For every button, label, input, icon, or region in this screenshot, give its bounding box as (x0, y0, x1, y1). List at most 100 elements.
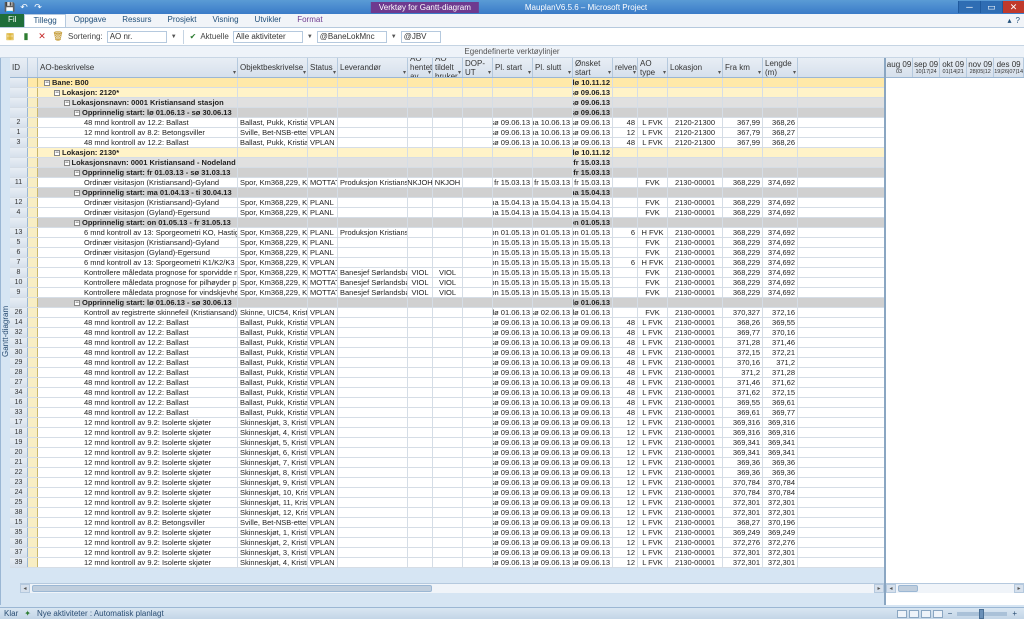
status-cell[interactable]: VPLAN (308, 478, 338, 487)
status-cell[interactable]: VPLAN (308, 498, 338, 507)
task-name-cell[interactable]: 48 mnd kontroll av 12.2: Ballast (38, 138, 238, 147)
column-header[interactable]: Leverandør▾ (338, 58, 408, 77)
status-cell[interactable]: VPLAN (308, 548, 338, 557)
aotildelt-cell[interactable] (433, 98, 463, 107)
aohentet-cell[interactable] (408, 218, 433, 227)
plslutt-cell[interactable]: sø 09.06.13 (533, 428, 573, 437)
plslutt-cell[interactable]: ma 10.06.13 (533, 328, 573, 337)
relven-cell[interactable]: 48 (613, 378, 638, 387)
aotildelt-cell[interactable]: VIOL (433, 278, 463, 287)
aotildelt-cell[interactable] (433, 358, 463, 367)
supplier-cell[interactable] (338, 138, 408, 147)
frakm-cell[interactable]: 368,229 (723, 178, 763, 187)
filter2-arrow-icon[interactable]: ▼ (391, 34, 397, 40)
aohentet-cell[interactable] (408, 328, 433, 337)
task-name-cell[interactable]: −Lokasjon: 2130* (38, 148, 238, 157)
relven-cell[interactable] (613, 268, 638, 277)
status-cell[interactable]: VPLAN (308, 428, 338, 437)
aohentet-cell[interactable] (408, 508, 433, 517)
frakm-cell[interactable]: 369,36 (723, 468, 763, 477)
status-cell[interactable]: VPLAN (308, 308, 338, 317)
aotildelt-cell[interactable] (433, 398, 463, 407)
lengde-cell[interactable]: 374,692 (763, 288, 798, 297)
dop-cell[interactable] (463, 158, 493, 167)
dop-cell[interactable] (463, 298, 493, 307)
onsketstart-cell[interactable]: on 15.05.13 (573, 268, 613, 277)
aotype-cell[interactable] (638, 108, 668, 117)
relven-cell[interactable]: 48 (613, 318, 638, 327)
plslutt-cell[interactable]: ma 10.06.13 (533, 388, 573, 397)
lengde-cell[interactable] (763, 158, 798, 167)
supplier-cell[interactable] (338, 358, 408, 367)
relven-cell[interactable]: 48 (613, 338, 638, 347)
relven-cell[interactable]: 12 (613, 508, 638, 517)
task-grid[interactable]: −Bane: B00lø 10.11.12−Lokasjon: 2120*sø … (10, 78, 884, 605)
summary-row[interactable]: −Lokasjonsnavn: 0001 Kristiansand - Node… (10, 158, 884, 168)
aohentet-cell[interactable]: NKJOH (408, 178, 433, 187)
aotildelt-cell[interactable] (433, 128, 463, 137)
dop-cell[interactable] (463, 258, 493, 267)
onsketstart-cell[interactable]: ma 15.04.13 (573, 188, 613, 197)
object-cell[interactable]: Skinneskjøt, 2, Kristiansand - (238, 538, 308, 547)
frakm-cell[interactable]: 372,301 (723, 548, 763, 557)
status-cell[interactable]: VPLAN (308, 388, 338, 397)
supplier-cell[interactable] (338, 308, 408, 317)
zoom-in-button[interactable]: + (1009, 609, 1020, 618)
aotildelt-cell[interactable] (433, 558, 463, 567)
task-row[interactable]: 8Kontrollere måledata prognose for sporv… (10, 268, 884, 278)
object-cell[interactable]: Skinneskjøt, 9, Kristiansand - (238, 478, 308, 487)
dop-cell[interactable] (463, 148, 493, 157)
aohentet-cell[interactable] (408, 478, 433, 487)
aohentet-cell[interactable] (408, 418, 433, 427)
status-cell[interactable]: VPLAN (308, 468, 338, 477)
plslutt-cell[interactable]: ma 10.06.13 (533, 118, 573, 127)
frakm-cell[interactable]: 368,229 (723, 238, 763, 247)
aotildelt-cell[interactable] (433, 308, 463, 317)
ribbon-tab-file[interactable]: Fil (0, 14, 24, 27)
aotype-cell[interactable]: L FVK (638, 548, 668, 557)
column-header[interactable]: Objektbeskrivelse▾ (238, 58, 308, 77)
dop-cell[interactable] (463, 528, 493, 537)
relven-cell[interactable]: 6 (613, 228, 638, 237)
plslutt-cell[interactable] (533, 188, 573, 197)
aohentet-cell[interactable] (408, 208, 433, 217)
status-cell[interactable]: VPLAN (308, 538, 338, 547)
aotype-cell[interactable] (638, 148, 668, 157)
task-name-cell[interactable]: 48 mnd kontroll av 12.2: Ballast (38, 328, 238, 337)
lengde-cell[interactable] (763, 298, 798, 307)
supplier-cell[interactable] (338, 398, 408, 407)
lokasjon-cell[interactable]: 2130-00001 (668, 338, 723, 347)
status-cell[interactable]: VPLAN (308, 368, 338, 377)
frakm-cell[interactable] (723, 108, 763, 117)
plslutt-cell[interactable] (533, 158, 573, 167)
task-name-cell[interactable]: −Opprinnelig start: lø 01.06.13 - sø 30.… (38, 298, 238, 307)
lengde-cell[interactable]: 372,16 (763, 308, 798, 317)
onsketstart-cell[interactable]: sø 09.06.13 (573, 108, 613, 117)
aotildelt-cell[interactable] (433, 408, 463, 417)
relven-cell[interactable] (613, 298, 638, 307)
lokasjon-cell[interactable]: 2130-00001 (668, 408, 723, 417)
supplier-cell[interactable] (338, 128, 408, 137)
aotildelt-cell[interactable]: VIOL (433, 268, 463, 277)
aotildelt-cell[interactable] (433, 188, 463, 197)
dop-cell[interactable] (463, 238, 493, 247)
dop-cell[interactable] (463, 448, 493, 457)
lengde-cell[interactable]: 374,692 (763, 198, 798, 207)
frakm-cell[interactable]: 372,276 (723, 538, 763, 547)
aohentet-cell[interactable] (408, 98, 433, 107)
task-name-cell[interactable]: −Lokasjonsnavn: 0001 Kristiansand - Node… (38, 158, 238, 167)
task-name-cell[interactable]: −Opprinnelig start: lø 01.06.13 - sø 30.… (38, 108, 238, 117)
task-row[interactable]: 4Ordinær visitasjon (Gyland)-EgersundSpo… (10, 208, 884, 218)
lengde-cell[interactable]: 374,692 (763, 248, 798, 257)
plstart-cell[interactable] (493, 168, 533, 177)
supplier-cell[interactable]: Produksjon Kristiansand (338, 178, 408, 187)
ribbon-tab-format[interactable]: Format (289, 14, 330, 27)
onsketstart-cell[interactable]: on 15.05.13 (573, 238, 613, 247)
task-row[interactable]: 3612 mnd kontroll av 9.2: Isolerte skjøt… (10, 538, 884, 548)
status-cell[interactable]: VPLAN (308, 118, 338, 127)
toolbar-icon-3[interactable]: ✕ (36, 31, 48, 43)
onsketstart-cell[interactable]: lø 10.11.12 (573, 78, 613, 87)
plslutt-cell[interactable] (533, 148, 573, 157)
relven-cell[interactable]: 12 (613, 418, 638, 427)
aotildelt-cell[interactable] (433, 338, 463, 347)
